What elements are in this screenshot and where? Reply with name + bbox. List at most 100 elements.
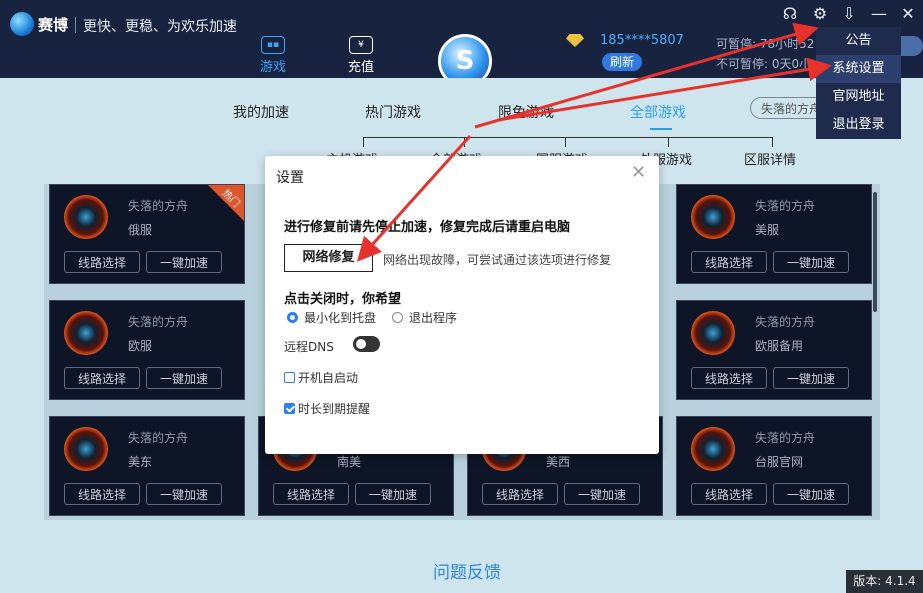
checkbox-checked-icon bbox=[284, 403, 295, 414]
tree-tick bbox=[565, 137, 566, 147]
repair-description: 网络出现故障，可尝试通过该选项进行修复 bbox=[383, 253, 612, 267]
refresh-button[interactable]: 刷新 bbox=[602, 53, 642, 71]
one-click-boost-button[interactable]: 一键加速 bbox=[146, 251, 222, 273]
gear-icon[interactable]: ⚙ bbox=[809, 4, 831, 24]
route-select-button[interactable]: 线路选择 bbox=[64, 483, 140, 505]
route-select-button[interactable]: 线路选择 bbox=[691, 251, 767, 273]
feedback-link[interactable]: 问题反馈 bbox=[433, 558, 501, 583]
checkbox-unchecked-icon bbox=[284, 372, 295, 383]
tab-all-games[interactable]: 全部游戏 bbox=[630, 102, 686, 122]
autostart-checkbox[interactable]: 开机自启动 bbox=[284, 369, 358, 386]
game-name: 失落的方舟 bbox=[128, 315, 189, 329]
account-phone: 185****5807 bbox=[600, 33, 684, 48]
tree-tick bbox=[363, 137, 364, 147]
route-select-button[interactable]: 线路选择 bbox=[273, 483, 349, 505]
pausable-time: 可暂停: 78小时52 bbox=[716, 37, 815, 51]
tab-hot-games[interactable]: 热门游戏 bbox=[365, 102, 421, 122]
remote-dns-toggle[interactable] bbox=[353, 336, 380, 352]
app-logo-text: 赛博 bbox=[38, 16, 69, 34]
game-card[interactable]: 失落的方舟 欧服 线路选择 一键加速 bbox=[49, 300, 245, 400]
remote-dns-label: 远程DNS bbox=[284, 340, 334, 354]
region-tree-line bbox=[363, 137, 773, 138]
game-icon bbox=[691, 195, 735, 239]
menu-item-announcement[interactable]: 公告 bbox=[816, 27, 901, 55]
one-click-boost-button[interactable]: 一键加速 bbox=[355, 483, 431, 505]
game-server: 俄服 bbox=[128, 223, 153, 237]
one-click-boost-button[interactable]: 一键加速 bbox=[564, 483, 640, 505]
one-click-boost-button[interactable]: 一键加速 bbox=[773, 251, 849, 273]
route-select-button[interactable]: 线路选择 bbox=[691, 483, 767, 505]
game-icon bbox=[64, 311, 108, 355]
close-behavior-heading: 点击关闭时，你希望 bbox=[284, 292, 402, 307]
game-server: 美西 bbox=[546, 455, 571, 469]
game-server: 欧服 bbox=[128, 339, 153, 353]
game-card[interactable]: 失落的方舟 台服官网 线路选择 一键加速 bbox=[676, 416, 872, 516]
expire-remind-checkbox[interactable]: 时长到期提醒 bbox=[284, 400, 370, 417]
one-click-boost-button[interactable]: 一键加速 bbox=[773, 367, 849, 389]
menu-item-system-settings[interactable]: 系统设置 bbox=[816, 55, 901, 83]
vip-diamond-icon bbox=[566, 34, 584, 47]
version-label: 版本: 4.1.4 bbox=[846, 570, 923, 593]
game-icon bbox=[691, 427, 735, 471]
game-card[interactable]: 失落的方舟 俄服 线路选择 一键加速 热门 bbox=[49, 184, 245, 284]
tree-tick bbox=[668, 137, 669, 147]
game-server: 台服官网 bbox=[755, 455, 804, 469]
expire-remind-label: 时长到期提醒 bbox=[298, 402, 371, 416]
route-select-button[interactable]: 线路选择 bbox=[691, 367, 767, 389]
route-select-button[interactable]: 线路选择 bbox=[64, 367, 140, 389]
route-select-button[interactable]: 线路选择 bbox=[482, 483, 558, 505]
tab-my-boost[interactable]: 我的加速 bbox=[233, 102, 289, 122]
game-card[interactable]: 失落的方舟 美东 线路选择 一键加速 bbox=[49, 416, 245, 516]
nav-tab-recharge[interactable]: ¥ 充值 bbox=[336, 36, 386, 75]
one-click-boost-button[interactable]: 一键加速 bbox=[146, 483, 222, 505]
download-icon[interactable]: ⇩ bbox=[838, 4, 860, 24]
route-select-button[interactable]: 线路选择 bbox=[64, 251, 140, 273]
region-tab-server-detail[interactable]: 区服详情 bbox=[744, 149, 796, 168]
game-card[interactable]: 失落的方舟 欧服备用 线路选择 一键加速 bbox=[676, 300, 872, 400]
tree-tick bbox=[772, 137, 773, 147]
title-bar: 赛博 更快、更稳、为欢乐加速 ▪▪ 游戏 ¥ 充值 S 185****5807 … bbox=[0, 0, 923, 88]
radio-minimize-to-tray[interactable]: 最小化到托盘 bbox=[287, 309, 376, 326]
game-card[interactable]: 失落的方舟 美服 线路选择 一键加速 bbox=[676, 184, 872, 284]
network-repair-button[interactable]: 网络修复 bbox=[284, 244, 373, 272]
non-pausable-time: 不可暂停: 0天0小 bbox=[716, 57, 812, 71]
minimize-icon[interactable]: — bbox=[868, 4, 890, 24]
tab-free-games[interactable]: 限免游戏 bbox=[498, 102, 554, 122]
radio-unselected-icon bbox=[392, 312, 403, 323]
app-slogan: 更快、更稳、为欢乐加速 bbox=[83, 19, 237, 35]
autostart-label: 开机自启动 bbox=[298, 371, 359, 385]
headset-icon[interactable]: ☊ bbox=[779, 4, 801, 24]
tree-tick bbox=[464, 137, 465, 147]
grid-scrollbar[interactable] bbox=[873, 192, 877, 312]
app-logo-icon bbox=[10, 12, 34, 36]
active-tab-indicator bbox=[650, 128, 672, 130]
close-icon[interactable]: ✕ bbox=[897, 4, 919, 24]
radio-exit-program[interactable]: 退出程序 bbox=[392, 309, 457, 326]
settings-menu: 公告 系统设置 官网地址 退出登录 bbox=[816, 27, 901, 139]
radio-minimize-label: 最小化到托盘 bbox=[304, 311, 377, 325]
radio-exit-label: 退出程序 bbox=[409, 311, 458, 325]
nav-tab-recharge-label: 充值 bbox=[347, 60, 374, 75]
game-server: 美服 bbox=[755, 223, 780, 237]
game-name: 失落的方舟 bbox=[755, 199, 816, 213]
gamepad-icon: ▪▪ bbox=[261, 36, 285, 54]
radio-selected-icon bbox=[287, 312, 298, 323]
game-name: 失落的方舟 bbox=[128, 199, 189, 213]
one-click-boost-button[interactable]: 一键加速 bbox=[146, 367, 222, 389]
game-icon bbox=[691, 311, 735, 355]
yen-icon: ¥ bbox=[349, 36, 373, 54]
hot-badge: 热门 bbox=[208, 185, 244, 221]
menu-item-logout[interactable]: 退出登录 bbox=[816, 111, 901, 139]
game-server: 美东 bbox=[128, 455, 153, 469]
menu-item-website[interactable]: 官网地址 bbox=[816, 83, 901, 111]
game-icon bbox=[64, 427, 108, 471]
dialog-close-icon[interactable]: ✕ bbox=[631, 162, 646, 183]
settings-dialog: 设置 ✕ 进行修复前请先停止加速，修复完成后请重启电脑 网络修复 网络出现故障，… bbox=[265, 156, 659, 454]
repair-heading: 进行修复前请先停止加速，修复完成后请重启电脑 bbox=[284, 220, 571, 235]
one-click-boost-button[interactable]: 一键加速 bbox=[773, 483, 849, 505]
game-server: 南美 bbox=[337, 455, 362, 469]
game-name: 失落的方舟 bbox=[128, 431, 189, 445]
game-icon bbox=[64, 195, 108, 239]
nav-tab-games[interactable]: ▪▪ 游戏 bbox=[248, 36, 298, 75]
logo-divider bbox=[75, 17, 76, 33]
